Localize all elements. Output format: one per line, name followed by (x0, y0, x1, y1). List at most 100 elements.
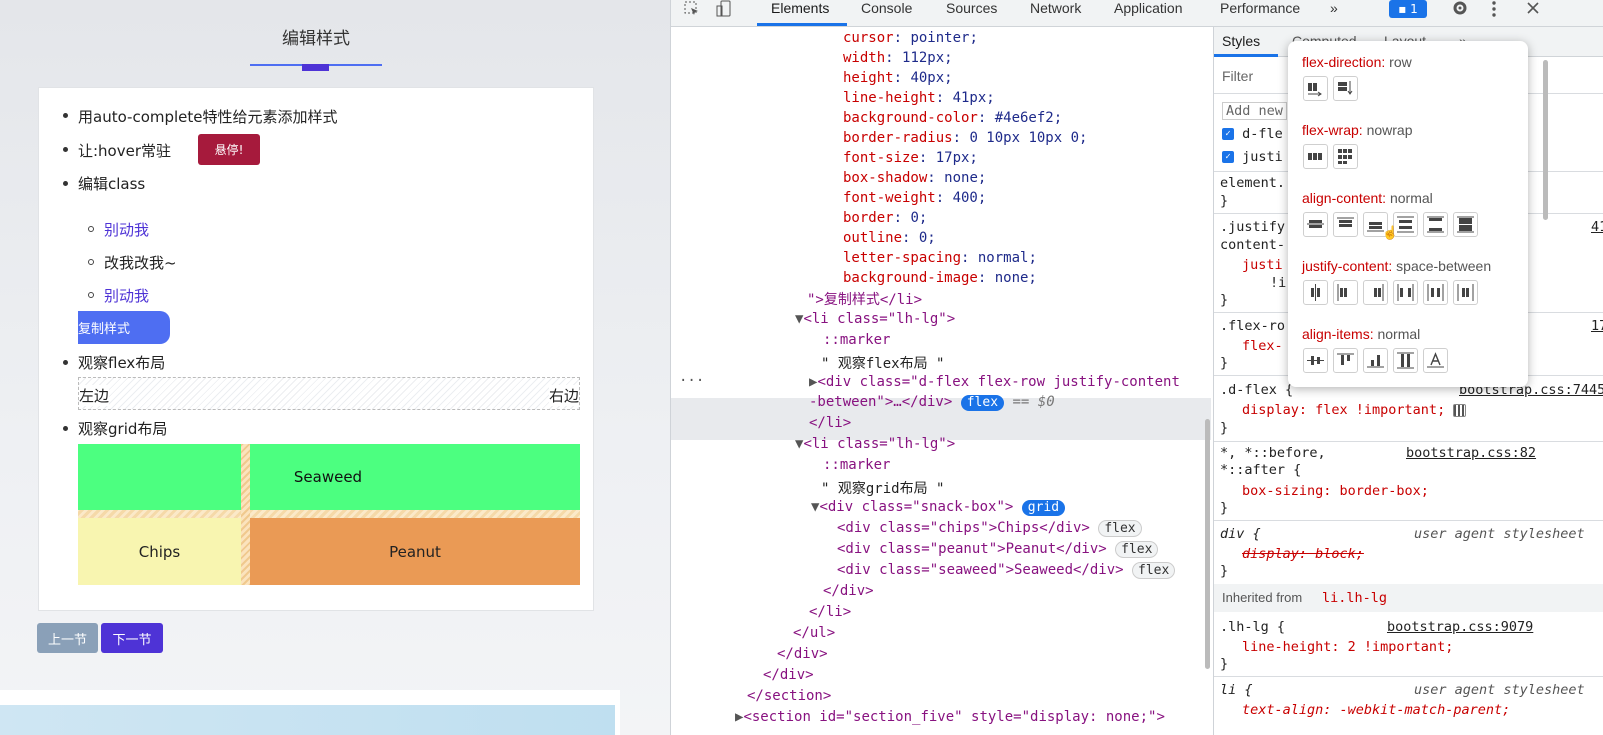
grid-badge[interactable]: grid (1021, 500, 1066, 516)
css-line: border: 0; (843, 210, 928, 226)
device-toggle-icon[interactable] (715, 0, 733, 22)
inspect-icon[interactable] (683, 0, 701, 22)
styles-scrollbar[interactable] (1543, 60, 1548, 220)
hover-button[interactable]: 悬停! (198, 134, 260, 165)
class-toggle-justify[interactable]: ✓ justi (1222, 149, 1283, 165)
bullet (63, 360, 68, 365)
node-close-div[interactable]: </div> (823, 583, 874, 599)
rule-universal-decl[interactable]: box-sizing: border-box; (1242, 483, 1429, 499)
element-style[interactable]: element. (1220, 175, 1285, 191)
justify-content-space-evenly-icon[interactable] (1453, 280, 1478, 305)
align-content-stretch-icon[interactable] (1453, 212, 1478, 237)
flex-wrap-nowrap-icon[interactable] (1303, 144, 1328, 169)
prev-section-button[interactable]: 上一节 (37, 623, 98, 653)
node-close-div[interactable]: </div> (763, 667, 814, 683)
node-li-flex[interactable]: ▼<li class="lh-lg"> (795, 311, 955, 327)
flex-direction-row-icon[interactable] (1303, 76, 1328, 101)
rule-li-selector: li { (1220, 682, 1253, 698)
tab-application[interactable]: Application (1114, 0, 1183, 16)
node-text-grid[interactable]: " 观察grid布局 " (821, 478, 944, 498)
node-div-flex[interactable]: ▶<div class="d-flex flex-row justify-con… (809, 374, 1180, 390)
css-line: cursor: pointer; (843, 30, 978, 46)
tab-performance[interactable]: Performance (1220, 0, 1300, 16)
styles-filter-input[interactable]: Filter (1222, 68, 1253, 84)
tab-network[interactable]: Network (1030, 0, 1081, 16)
grid-layout-box: Seaweed Chips Peanut (78, 444, 580, 585)
tab-elements[interactable]: Elements (771, 0, 829, 16)
flex-right-text: 右边 (548, 385, 579, 406)
more-tabs-icon[interactable]: » (1330, 0, 1338, 16)
flex-direction-column-icon[interactable] (1333, 76, 1358, 101)
ellipsis-icon[interactable]: ··· (679, 373, 704, 389)
rule-universal-selector[interactable]: *, *::before, (1220, 445, 1326, 461)
justify-content-space-between-icon[interactable] (1393, 280, 1418, 305)
align-items-center-icon[interactable] (1303, 348, 1328, 373)
tab-styles[interactable]: Styles (1222, 33, 1260, 49)
close-icon[interactable] (1525, 0, 1541, 20)
align-items-end-icon[interactable] (1363, 348, 1388, 373)
node-section-five[interactable]: ▶<section id="section_five" style="displ… (735, 709, 1165, 725)
rule-flexrow-prop[interactable]: flex- (1242, 338, 1283, 354)
flex-badge[interactable]: flex (1132, 562, 1176, 579)
kebab-menu-icon[interactable] (1491, 0, 1497, 22)
node-li-grid[interactable]: ▼<li class="lh-lg"> (795, 436, 955, 452)
checkbox-icon[interactable]: ✓ (1222, 151, 1234, 163)
align-items-baseline-icon[interactable] (1423, 348, 1448, 373)
align-items-start-icon[interactable] (1333, 348, 1358, 373)
copy-style-button[interactable]: 复制样式 (78, 311, 170, 344)
node-chips[interactable]: <div class="chips">Chips</div> flex (837, 520, 1142, 537)
css-line: background-image: none; (843, 270, 1037, 286)
flex-badge[interactable]: flex (1098, 520, 1142, 537)
align-content-center-icon[interactable] (1303, 212, 1328, 237)
align-items-stretch-icon[interactable] (1393, 348, 1418, 373)
tab-console[interactable]: Console (861, 0, 912, 16)
justify-content-end-icon[interactable] (1363, 280, 1388, 305)
gear-icon[interactable] (1451, 0, 1469, 21)
align-content-space-between-icon[interactable] (1423, 212, 1448, 237)
node-div-flex-cont[interactable]: -between">…</div> flex == $0 (809, 394, 1055, 411)
list-item-autocomplete: 用auto-complete特性给元素添加样式 (78, 108, 338, 126)
add-new-rule[interactable]: Add new (1222, 102, 1287, 120)
justify-content-start-icon[interactable] (1333, 280, 1358, 305)
brace: } (1220, 563, 1229, 579)
rule-flexrow-selector[interactable]: .flex-ro (1220, 318, 1285, 334)
node-close-li[interactable]: </li> (809, 415, 851, 431)
align-content-start-icon[interactable] (1333, 212, 1358, 237)
elements-scrollbar[interactable] (1205, 419, 1210, 669)
node-close-section[interactable]: </section> (747, 688, 831, 704)
rule-lhlg-selector[interactable]: .lh-lg { (1220, 619, 1285, 635)
bullet (63, 147, 68, 152)
issues-badge[interactable]: ▪ 1 (1389, 0, 1427, 18)
next-section-button[interactable]: 下一节 (101, 623, 163, 653)
node-close-li[interactable]: </li> (809, 604, 851, 620)
flex-badge[interactable]: flex (1115, 541, 1159, 558)
node-marker[interactable]: ::marker (823, 457, 890, 473)
class-toggle-dflex[interactable]: ✓ d-fle (1222, 126, 1283, 142)
node-text-flex[interactable]: " 观察flex布局 " (821, 353, 944, 373)
rule-source-link[interactable]: 41 (1591, 219, 1603, 235)
flex-badge[interactable]: flex (960, 395, 1005, 411)
rule-dflex-decl[interactable]: display: flex !important; (1242, 402, 1467, 418)
node-seaweed[interactable]: <div class="seaweed">Seaweed</div> flex (837, 562, 1176, 579)
checkbox-icon[interactable]: ✓ (1222, 128, 1234, 140)
tab-sources[interactable]: Sources (946, 0, 997, 16)
rule-justify-selector[interactable]: .justify (1220, 219, 1285, 235)
rule-dflex-selector[interactable]: .d-flex { (1220, 382, 1293, 398)
rule-source-link[interactable]: bootstrap.css:9079 (1387, 619, 1533, 635)
node-close-li[interactable]: ">复制样式</li> (807, 289, 922, 309)
brace: } (1220, 193, 1229, 209)
justify-content-space-around-icon[interactable] (1423, 280, 1448, 305)
inherited-selector[interactable]: li.lh-lg (1322, 590, 1387, 606)
flex-wrap-wrap-icon[interactable] (1333, 144, 1358, 169)
node-marker[interactable]: ::marker (823, 332, 890, 348)
node-snack-box[interactable]: ▼<div class="snack-box"> grid (811, 499, 1066, 516)
justify-content-center-icon[interactable] (1303, 280, 1328, 305)
node-peanut[interactable]: <div class="peanut">Peanut</div> flex (837, 541, 1159, 558)
rule-source-link[interactable]: 17 (1591, 318, 1603, 334)
flexbox-editor-icon[interactable] (1453, 403, 1467, 417)
rule-lhlg-decl[interactable]: line-height: 2 !important; (1242, 639, 1453, 655)
node-close-ul[interactable]: </ul> (793, 625, 835, 641)
rule-source-link[interactable]: bootstrap.css:82 (1406, 445, 1536, 461)
rule-justify-prop[interactable]: justi (1242, 257, 1283, 273)
node-close-div[interactable]: </div> (777, 646, 828, 662)
